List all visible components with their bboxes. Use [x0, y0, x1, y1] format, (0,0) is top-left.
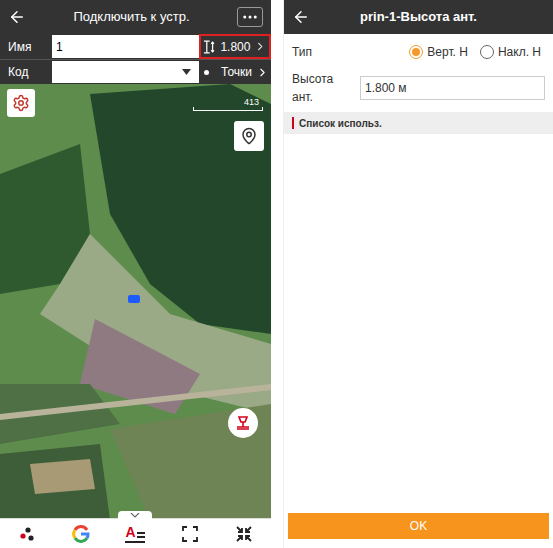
chevron-down-icon	[130, 513, 140, 518]
toolbar-item[interactable]	[7, 524, 47, 544]
type-radio[interactable]: Верт. H	[409, 43, 468, 61]
settings-button[interactable]	[7, 89, 35, 117]
type-row: Тип Верт. H Накл. H	[284, 34, 553, 70]
radio-label: Накл. H	[498, 43, 541, 61]
scale-bar: 413	[193, 98, 263, 111]
points-button[interactable]: Точки	[199, 63, 271, 81]
map[interactable]: 413	[0, 84, 271, 518]
height-row: Высота ант.1.800 м	[284, 70, 553, 106]
antenna-screen: prin-1-Высота ант. Тип Верт. H Накл. H Высот…	[283, 0, 553, 548]
top-bar: Подключить к устр.	[0, 0, 271, 34]
stakeout-icon	[234, 414, 252, 432]
screen: Подключить к устр. Имя1 1.800 Код Точки 413 Ap…	[0, 0, 553, 548]
bottom-toolbar: A	[0, 518, 271, 548]
top-bar: prin-1-Высота ант.	[284, 0, 553, 34]
more-button[interactable]	[237, 7, 263, 27]
location-icon	[240, 127, 258, 145]
toolbar-item[interactable]	[170, 525, 210, 543]
usage-list	[284, 134, 553, 513]
toolbar-handle[interactable]	[118, 511, 152, 519]
name-row: Имя1 1.800	[0, 34, 271, 59]
back-icon[interactable]	[8, 8, 26, 26]
height-label: Высота ант.	[292, 70, 356, 106]
code-label: Код	[0, 63, 52, 81]
title: Подключить к устр.	[26, 7, 237, 27]
toolbar-item[interactable]: A	[115, 525, 155, 543]
title: prin-1-Высота ант.	[310, 7, 545, 27]
radio-icon	[480, 45, 494, 59]
radio-label: Верт. H	[427, 43, 468, 61]
google-icon[interactable]	[71, 524, 91, 544]
chevron-icon	[254, 40, 267, 53]
code-dropdown[interactable]	[52, 61, 199, 83]
more-icon	[241, 8, 259, 26]
name-input[interactable]: 1	[52, 35, 199, 58]
radio-icon	[409, 45, 423, 59]
section-header: Список использ.	[284, 112, 553, 134]
antenna-height-value: 1.800	[220, 38, 250, 56]
position-marker-icon	[128, 295, 140, 303]
scale-label: 413	[244, 98, 263, 107]
points-label: Точки	[221, 63, 252, 81]
chevron-icon	[256, 66, 269, 79]
points-icon[interactable]	[17, 524, 37, 544]
ok-button[interactable]: OK	[288, 513, 549, 539]
name-label: Имя	[0, 38, 52, 56]
height-input[interactable]: 1.800 м	[360, 76, 545, 100]
dropdown-arrow-icon	[182, 69, 191, 75]
antenna-height-icon	[201, 39, 216, 55]
back-icon[interactable]	[292, 8, 310, 26]
type-label: Тип	[292, 43, 342, 61]
code-row: Код Точки	[0, 59, 271, 84]
location-button[interactable]	[234, 121, 264, 151]
type-radio[interactable]: Накл. H	[480, 43, 541, 61]
stakeout-button[interactable]	[228, 408, 258, 438]
gear-icon	[12, 94, 30, 112]
toolbar-item[interactable]	[224, 525, 264, 543]
section-title: Список использ.	[299, 116, 382, 131]
antenna-height-button[interactable]: 1.800	[199, 34, 271, 59]
map-screen: Подключить к устр. Имя1 1.800 Код Точки 413 A	[0, 0, 271, 548]
toolbar-item[interactable]	[61, 524, 101, 544]
attribute-icon[interactable]: A	[125, 525, 145, 543]
fullscreen-icon[interactable]	[181, 525, 199, 543]
collapse-icon[interactable]	[235, 525, 253, 543]
dot-icon	[204, 70, 209, 75]
